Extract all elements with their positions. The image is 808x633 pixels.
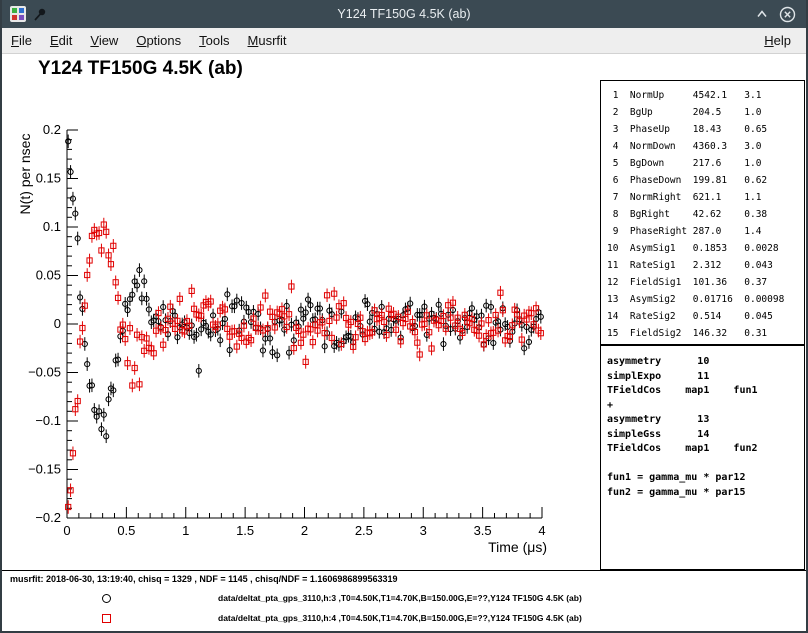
legend-marker-circle: [102, 594, 111, 603]
param-row: 14 RateSig2 0.514 0.045: [607, 308, 804, 325]
menu-item-options[interactable]: Options: [127, 28, 190, 53]
svg-text:0.5: 0.5: [117, 523, 135, 538]
svg-text:4: 4: [538, 523, 545, 538]
svg-text:2.5: 2.5: [355, 523, 373, 538]
parameter-table: 1 NormUp 4542.1 3.1 2 BgUp 204.5 1.0 3 P…: [600, 80, 805, 345]
param-row: 11 RateSig1 2.312 0.043: [607, 257, 804, 274]
svg-text:0: 0: [54, 316, 61, 331]
svg-text:2: 2: [301, 523, 308, 538]
param-row: 2 BgUp 204.5 1.0: [607, 104, 804, 121]
svg-text:−0.2: −0.2: [35, 510, 61, 525]
svg-text:0.05: 0.05: [36, 268, 61, 283]
param-row: 7 NormRight 621.1 1.1: [607, 189, 804, 206]
series-circle: [66, 135, 544, 444]
svg-text:1.5: 1.5: [236, 523, 254, 538]
svg-text:3.5: 3.5: [474, 523, 492, 538]
menu-right: Help: [755, 28, 800, 53]
footer-divider: [2, 570, 806, 571]
axes: [67, 130, 542, 518]
y-axis-title: N(t) per nsec: [17, 134, 33, 215]
shade-button[interactable]: [755, 7, 769, 21]
param-row: 15 FieldSig2 146.32 0.31: [607, 325, 804, 342]
series-square: [66, 218, 544, 514]
titlebar-left-icons: [10, 6, 47, 22]
svg-text:0.2: 0.2: [43, 122, 61, 137]
plot-canvas[interactable]: 0 0.5 1 1.5 2 2.5 3 3.5 4 0.2 0.15 0.1 0.05 0 −0.05 −0.…: [2, 54, 598, 566]
legend-item: data/deltat_pta_gps_3110,h:4 ,T0=4.50K,T…: [2, 610, 598, 628]
svg-text:−0.05: −0.05: [28, 365, 61, 380]
titlebar[interactable]: Y124 TF150G 4.5K (ab): [2, 0, 806, 28]
svg-text:3: 3: [420, 523, 427, 538]
svg-text:−0.1: −0.1: [35, 413, 61, 428]
svg-text:0: 0: [63, 523, 70, 538]
svg-text:−0.15: −0.15: [28, 462, 61, 477]
param-row: 8 BgRight 42.62 0.38: [607, 206, 804, 223]
menu-item-edit[interactable]: Edit: [41, 28, 81, 53]
param-row: 9 PhaseRight 287.0 1.4: [607, 223, 804, 240]
theory-box: asymmetry 10 simplExpo 11 TFieldCos map1…: [600, 345, 805, 570]
menu-item-help[interactable]: Help: [755, 28, 800, 53]
menu-items: FileEditViewOptionsToolsMusrfit: [2, 28, 296, 53]
param-row: 10 AsymSig1 0.1853 0.0028: [607, 240, 804, 257]
menu-item-musrfit[interactable]: Musrfit: [239, 28, 296, 53]
titlebar-right-icons: [755, 6, 796, 23]
pin-icon[interactable]: [33, 7, 47, 22]
close-button[interactable]: [779, 6, 796, 23]
svg-text:0.1: 0.1: [43, 219, 61, 234]
param-row: 6 PhaseDown 199.81 0.62: [607, 172, 804, 189]
window-title: Y124 TF150G 4.5K (ab): [337, 7, 470, 21]
legend-item: data/deltat_pta_gps_3110,h:3 ,T0=4.50K,T…: [2, 590, 598, 608]
y-tick-labels: 0.2 0.15 0.1 0.05 0 −0.05 −0.1 −0.15 −0.2: [28, 122, 61, 525]
param-row: 5 BgDown 217.6 1.0: [607, 155, 804, 172]
x-tick-labels: 0 0.5 1 1.5 2 2.5 3 3.5 4: [63, 523, 545, 538]
menu-item-tools[interactable]: Tools: [190, 28, 238, 53]
fit-info: musrfit: 2018-06-30, 13:19:40, chisq = 1…: [10, 574, 397, 584]
menubar: FileEditViewOptionsToolsMusrfit Help: [2, 28, 806, 54]
svg-text:1: 1: [182, 523, 189, 538]
param-row: 4 NormDown 4360.3 3.0: [607, 138, 804, 155]
x-axis-title: Time (μs): [488, 539, 547, 555]
menu-item-view[interactable]: View: [81, 28, 127, 53]
menu-item-file[interactable]: File: [2, 28, 41, 53]
canvas-area: Y124 TF150G 4.5K (ab) 00.511.522.533.540…: [2, 54, 806, 631]
param-row: 1 NormUp 4542.1 3.1: [607, 87, 804, 104]
param-row: 12 FieldSig1 101.36 0.37: [607, 274, 804, 291]
legend-marker-square: [102, 614, 111, 623]
legend-label: data/deltat_pta_gps_3110,h:4 ,T0=4.50K,T…: [218, 613, 582, 623]
legend-label: data/deltat_pta_gps_3110,h:3 ,T0=4.50K,T…: [218, 593, 582, 603]
app-window: Y124 TF150G 4.5K (ab) FileEditViewOption…: [0, 0, 808, 633]
theory-text: asymmetry 10 simplExpo 11 TFieldCos map1…: [607, 355, 804, 500]
svg-text:0.15: 0.15: [36, 171, 61, 186]
app-icon: [10, 6, 26, 22]
param-row: 13 AsymSig2 0.01716 0.00098: [607, 291, 804, 308]
param-row: 3 PhaseUp 18.43 0.65: [607, 121, 804, 138]
